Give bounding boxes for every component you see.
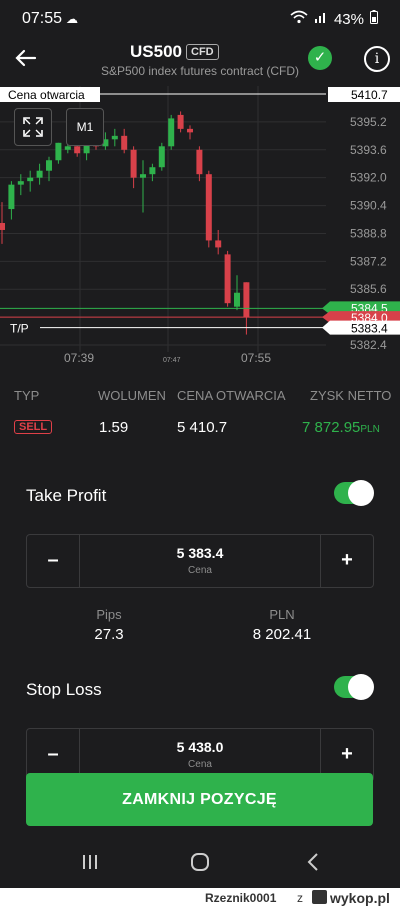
footer-user: Rzeznik0001 [205,891,277,905]
col-header-net-profit: ZYSK NETTO [310,388,392,403]
stop-loss-toggle[interactable] [334,674,374,700]
instrument-symbol: US500 [130,42,182,61]
footer-z: z [297,891,303,905]
candle-body [215,240,222,248]
candle-body [74,146,81,154]
y-tick-label: 5385.6 [350,282,387,296]
open-price-label: Cena otwarcia [8,88,85,102]
stop-loss-label: Stop Loss [26,680,102,699]
info-icon[interactable]: i [364,46,390,72]
net-profit-amount: 7 872.95 [302,419,361,436]
y-tick-label: 5393.6 [350,143,387,157]
candle-body [168,118,175,147]
open-price-tag: 5410.7 [351,88,388,102]
stop-loss-sub: Cena [188,759,212,770]
recent-apps-icon[interactable] [80,852,100,877]
price-chart[interactable]: 5395.2 5393.6 5392.0 5390.4 5388.8 5387.2 5385… [0,86,400,370]
candle-body [8,184,15,210]
y-tick-label: 5388.8 [350,226,387,240]
x-tick-label: 07:39 [64,351,94,365]
y-tick-label: 5390.4 [350,199,387,213]
col-header-type: TYP [14,388,40,403]
y-tick-label: 5395.2 [350,115,387,129]
volume-value: 1.59 [99,419,129,436]
battery-percent: 43% [333,10,364,28]
candle-body [149,167,156,175]
x-tick-label: 07:55 [241,351,271,365]
take-profit-value[interactable]: 5 383.4 [79,545,321,561]
close-position-button[interactable]: ZAMKNIJ POZYCJĘ [26,773,373,826]
cfd-badge: CFD [186,44,219,60]
candle-body [130,149,137,178]
signal-icon [314,10,328,28]
candle-body [140,174,146,178]
timeframe-button[interactable]: M1 [66,108,104,146]
candle-body [205,174,212,241]
expand-icon [23,117,43,137]
take-profit-toggle[interactable] [334,480,374,506]
candle-body [196,149,203,175]
status-icons: 43% [290,10,378,28]
tp-label: T/P [10,322,29,336]
candle-body [234,292,240,307]
wykop-logo-icon [312,890,327,904]
pips-label: Pips [96,607,122,622]
candle-body [177,114,184,129]
col-header-volume: WOLUMEN [98,388,166,403]
fullscreen-button[interactable] [14,108,52,146]
footer-site: wykop.pl [330,890,390,906]
candle-body [158,146,165,168]
instrument-description: S&P500 index futures contract (CFD) [100,64,300,78]
battery-icon [370,10,378,28]
take-profit-label: Take Profit [26,486,107,505]
candle-body [0,223,5,230]
wifi-icon [290,10,308,28]
back-nav-icon[interactable] [304,852,324,877]
y-tick-label: 5392.0 [350,171,387,185]
pips-value: 27.3 [94,626,124,643]
x-tick-label: 07:47 [163,357,181,364]
status-bar: 07:55 ☁ 43% [0,0,400,36]
pln-value: 8 202.41 [252,626,312,643]
open-price-value: 5 410.7 [177,419,228,436]
candle-body [187,128,193,133]
instrument-header: US500 CFD S&P500 index futures contract … [0,36,400,86]
candle-body [55,142,62,161]
take-profit-decrease-button[interactable]: – [27,535,80,587]
wykop-footer: Rzeznik0001 z wykop.pl [0,888,400,908]
net-profit-value: 7 872.95PLN [302,419,380,436]
candle-body [27,177,34,182]
candle-body [36,170,43,178]
system-navbar [0,836,400,888]
candle-body [64,146,71,150]
tp-price-value: 5383.4 [351,322,388,336]
cloud-icon: ☁ [66,12,78,26]
candlestick-chart: 5395.2 5393.6 5392.0 5390.4 5388.8 5387.2 5385… [0,86,400,365]
checkmark-icon[interactable]: ✓ [308,46,332,70]
col-header-open-price: CENA OTWARCIA [177,388,286,403]
candle-body [224,254,231,304]
sell-badge: SELL [14,420,53,434]
home-icon[interactable] [190,852,210,877]
stop-loss-value[interactable]: 5 438.0 [79,739,321,755]
candle-body [46,160,52,171]
y-tick-label: 5387.2 [350,254,387,268]
candle-body [111,135,118,140]
candle-body [17,181,24,185]
take-profit-increase-button[interactable]: + [320,535,373,587]
take-profit-sub: Cena [188,565,212,576]
y-tick-label: 5382.4 [350,338,387,352]
candle-body [243,282,250,318]
net-profit-currency: PLN [360,424,380,435]
candle-body [121,135,128,150]
pln-label: PLN [269,607,295,622]
take-profit-stepper: – 5 383.4 Cena + [26,534,374,588]
status-time: 07:55 [22,10,63,27]
